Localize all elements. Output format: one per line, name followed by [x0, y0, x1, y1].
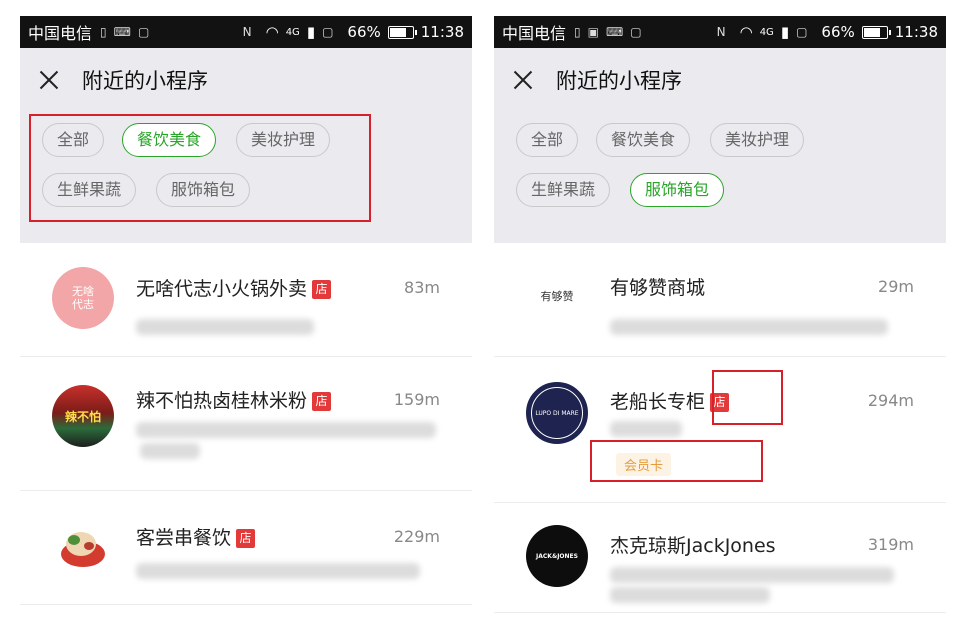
- carrier-label: 中国电信: [502, 24, 567, 43]
- logo-text: LUPO DI MARE: [535, 409, 579, 417]
- network-label: 4G: [759, 26, 774, 38]
- blurred-description: [136, 319, 314, 335]
- shop-logo-hotpot: 无啥 代志: [52, 267, 114, 329]
- keyboard-icon: ⌨: [113, 25, 131, 39]
- shop-badge: 店: [312, 280, 332, 299]
- program-list: 无啥代志 无啥代志小火锅外卖店 83m 辣不怕 辣不怕热卤桂林米粉店 159m: [20, 243, 472, 605]
- page-title: 附近的小程序: [82, 69, 208, 93]
- wifi-icon: ◠: [265, 23, 279, 41]
- page-title: 附近的小程序: [556, 69, 682, 93]
- blurred-description: [136, 563, 420, 579]
- list-item[interactable]: JACK&JONES 杰克琼斯JackJones 319m: [494, 503, 946, 613]
- shop-logo-skewer: [52, 516, 114, 578]
- chip-fresh[interactable]: 生鲜果蔬: [516, 173, 611, 207]
- program-list: 有够赞 有够赞商城 29m LUPO DI MARE 老船长专柜店 294m 会…: [494, 243, 946, 613]
- nfc-icon: N: [716, 25, 726, 39]
- item-name: 杰克琼斯JackJones: [610, 535, 776, 557]
- phone-screen-left: 中国电信 ▯ ⌨ ▢ N ◠ 4G ▮ ▢ 66% 11:38 附近的小程序 全…: [20, 16, 472, 630]
- blurred-description: [136, 422, 436, 438]
- logo-text: 有够赞: [540, 290, 574, 303]
- battery-percent: 66%: [347, 23, 381, 41]
- shop-logo-jackjones: JACK&JONES: [526, 525, 588, 587]
- chip-apparel[interactable]: 服饰箱包: [630, 173, 725, 207]
- page-header: 附近的小程序 全部 餐饮美食 美妆护理 生鲜果蔬 服饰箱包: [494, 48, 946, 243]
- list-item[interactable]: 辣不怕 辣不怕热卤桂林米粉店 159m: [20, 357, 472, 491]
- item-distance: 159m: [393, 390, 440, 409]
- notification-icon: ▢: [630, 25, 642, 39]
- item-name: 客尝串餐饮: [136, 527, 232, 549]
- phone-screen-right: 中国电信 ▯ ▣ ⌨ ▢ N ◠ 4G ▮ ▢ 66% 11:38 附近的小程序…: [494, 16, 946, 630]
- item-name: 有够赞商城: [610, 277, 706, 299]
- list-item[interactable]: 无啥 代志 无啥代志小火锅外卖店 83m: [20, 243, 472, 357]
- sim-card-icon: ▢: [796, 25, 808, 39]
- blurred-description: [610, 319, 888, 335]
- item-distance: 29m: [878, 277, 914, 296]
- shop-badge: 店: [312, 392, 332, 411]
- chip-beauty[interactable]: 美妆护理: [710, 123, 805, 157]
- blurred-description: [610, 587, 770, 603]
- highlight-box: [712, 370, 783, 425]
- list-item[interactable]: 客尝串餐饮店 229m: [20, 491, 472, 605]
- list-item[interactable]: LUPO DI MARE 老船长专柜店 294m 会员卡: [494, 357, 946, 503]
- carrier-label: 中国电信: [28, 24, 93, 43]
- battery-icon: [861, 25, 891, 39]
- item-name: 无啥代志小火锅外卖: [136, 278, 308, 300]
- clock: 11:38: [420, 23, 464, 41]
- sim-icon: ▯: [100, 25, 107, 39]
- image-icon: ▣: [587, 25, 599, 39]
- logo-text: JACK&JONES: [536, 552, 578, 560]
- highlight-box: [590, 440, 763, 482]
- wifi-icon: ◠: [739, 23, 753, 41]
- item-distance: 83m: [404, 278, 440, 297]
- notification-icon: ▢: [137, 25, 150, 39]
- shop-badge: 店: [236, 529, 256, 548]
- close-icon[interactable]: [512, 69, 534, 91]
- blurred-description: [610, 567, 894, 583]
- item-distance: 229m: [393, 527, 440, 546]
- shop-logo-noodles: 辣不怕: [52, 385, 114, 447]
- sim-icon: ▯: [574, 25, 581, 39]
- battery-percent: 66%: [821, 23, 855, 41]
- signal-icon: ▮: [780, 23, 790, 41]
- page-header: 附近的小程序 全部 餐饮美食 美妆护理 生鲜果蔬 服饰箱包: [20, 48, 472, 243]
- item-distance: 319m: [867, 535, 914, 554]
- blurred-description: [140, 443, 200, 459]
- status-bar: 中国电信 ▯ ⌨ ▢ N ◠ 4G ▮ ▢ 66% 11:38: [20, 16, 472, 48]
- chip-food[interactable]: 餐饮美食: [596, 123, 691, 157]
- shop-logo-yougouzan: 有够赞: [526, 265, 588, 327]
- list-item[interactable]: 有够赞 有够赞商城 29m: [494, 243, 946, 357]
- item-name: 辣不怕热卤桂林米粉: [136, 390, 308, 412]
- signal-icon: ▮: [306, 23, 316, 41]
- clock: 11:38: [894, 23, 938, 41]
- shop-logo-lupo: LUPO DI MARE: [526, 382, 588, 444]
- close-icon[interactable]: [38, 69, 60, 91]
- battery-icon: [387, 25, 417, 39]
- blurred-description: [610, 421, 682, 437]
- nfc-icon: N: [242, 25, 252, 39]
- sim-card-icon: ▢: [322, 25, 334, 39]
- item-name: 老船长专柜: [610, 391, 706, 413]
- highlight-box: [29, 114, 371, 222]
- status-bar: 中国电信 ▯ ▣ ⌨ ▢ N ◠ 4G ▮ ▢ 66% 11:38: [494, 16, 946, 48]
- network-label: 4G: [285, 26, 300, 38]
- chip-all[interactable]: 全部: [516, 123, 579, 157]
- keyboard-icon: ⌨: [605, 25, 624, 39]
- item-distance: 294m: [867, 391, 914, 410]
